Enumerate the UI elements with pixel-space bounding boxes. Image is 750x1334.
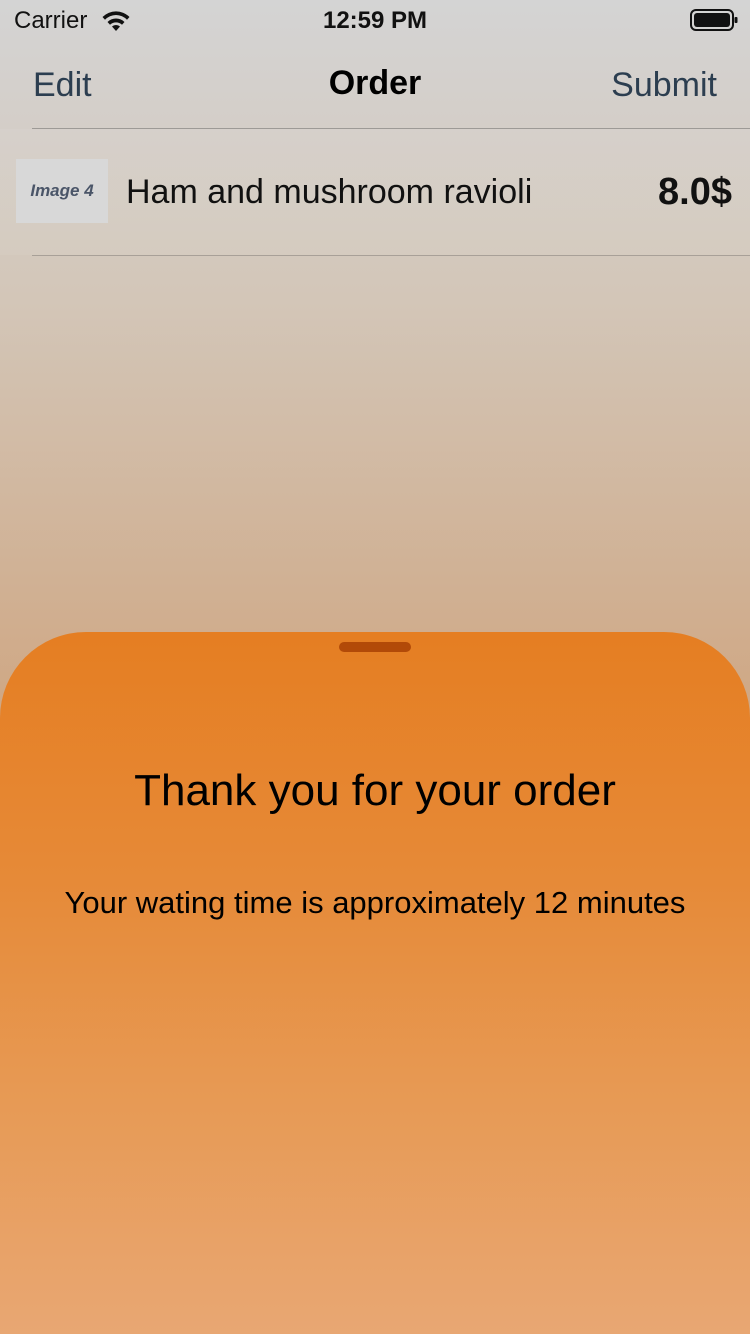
submit-button[interactable]: Submit bbox=[611, 66, 717, 105]
item-thumbnail: Image 4 bbox=[16, 159, 108, 223]
order-confirmation-sheet: Thank you for your order Your wating tim… bbox=[0, 632, 750, 1334]
battery-icon bbox=[690, 9, 738, 31]
waiting-time-message: Your wating time is approximately 12 min… bbox=[64, 885, 686, 920]
divider bbox=[32, 255, 750, 256]
navigation-bar: Edit Order Submit bbox=[0, 40, 750, 128]
sheet-grabber-handle[interactable] bbox=[339, 642, 411, 652]
status-bar: Carrier 12:59 PM bbox=[0, 0, 750, 40]
item-price: 8.0$ bbox=[658, 171, 732, 213]
order-item-row[interactable]: Image 4 Ham and mushroom ravioli 8.0$ bbox=[0, 129, 750, 255]
status-time: 12:59 PM bbox=[322, 7, 428, 34]
item-thumbnail-label: Image 4 bbox=[30, 181, 94, 200]
confirmation-title: Thank you for your order bbox=[134, 766, 616, 815]
item-name: Ham and mushroom ravioli bbox=[126, 173, 533, 211]
